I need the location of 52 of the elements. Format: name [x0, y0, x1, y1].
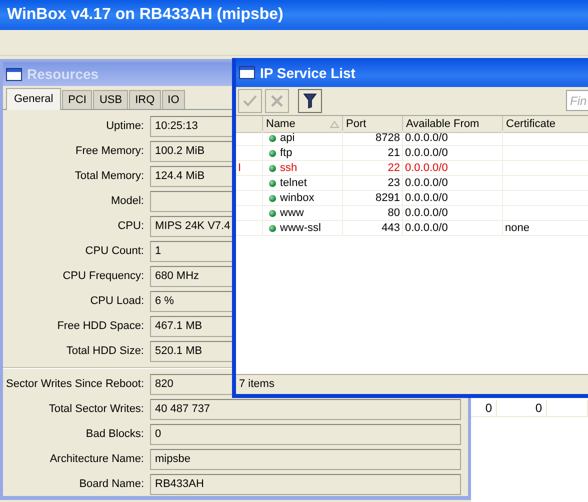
- field-value: RB433AH: [150, 474, 461, 495]
- column-header[interactable]: Available From: [403, 116, 503, 133]
- table-cell: 23: [343, 176, 403, 191]
- app-title: WinBox v4.17 on RB433AH (mipsbe): [7, 6, 284, 24]
- field-label: Sector Writes Since Reboot:: [5, 377, 144, 392]
- table-cell: 0.0.0.0/0: [403, 221, 503, 236]
- table-cell: 0: [497, 400, 547, 417]
- tab[interactable]: IO: [162, 90, 186, 109]
- field-label: Total Sector Writes:: [48, 402, 144, 417]
- field-label: CPU Load:: [89, 294, 144, 309]
- field-label: CPU Count:: [84, 244, 144, 259]
- field-value: 0: [150, 424, 461, 445]
- field-label: Bad Blocks:: [84, 427, 144, 442]
- table-cell: 0.0.0.0/0: [403, 131, 503, 146]
- column-header[interactable]: Name: [263, 116, 343, 133]
- field-label: Model:: [110, 194, 144, 209]
- field-label: Uptime:: [105, 119, 144, 134]
- table-cell: 8728: [343, 131, 403, 146]
- column-header[interactable]: Port: [343, 116, 403, 133]
- window-title: IP Service List: [260, 64, 356, 80]
- table-cell: 0.0.0.0/0: [403, 206, 503, 221]
- tab[interactable]: USB: [93, 90, 128, 109]
- field-label: Architecture Name:: [48, 452, 144, 467]
- table-cell: 80: [343, 206, 403, 221]
- table-cell: 0.0.0.0/0: [403, 146, 503, 161]
- table-cell: none: [503, 221, 588, 236]
- table-cell: 0.0.0.0/0: [403, 161, 503, 176]
- table-cell: 21: [343, 146, 403, 161]
- window-title: Resources: [27, 66, 99, 82]
- field-label: Total HDD Size:: [65, 344, 144, 359]
- table-cell: www-ssl: [280, 220, 321, 236]
- status-letter: I: [236, 161, 263, 176]
- column-header[interactable]: Certificate: [503, 116, 588, 133]
- field-label: CPU:: [116, 219, 144, 234]
- field-label: Free Memory:: [74, 144, 144, 159]
- tab[interactable]: IRQ: [129, 90, 161, 109]
- field-label: Free HDD Space:: [56, 319, 144, 334]
- table-cell: 8291: [343, 191, 403, 206]
- field-label: Board Name:: [78, 477, 144, 492]
- table-cell: 22: [343, 161, 403, 176]
- tab[interactable]: PCI: [62, 90, 92, 109]
- field-value: mipsbe: [150, 449, 461, 470]
- search-field[interactable]: Fin: [566, 90, 588, 111]
- field-label: Total Memory:: [74, 169, 144, 184]
- tab[interactable]: General: [6, 88, 62, 110]
- field-label: CPU Frequency:: [62, 269, 144, 284]
- table-cell: 0.0.0.0/0: [403, 176, 503, 191]
- table-cell: 443: [343, 221, 403, 236]
- field-value: 40 487 737: [150, 399, 461, 420]
- table-cell: ftp: [280, 146, 292, 160]
- table-cell: 0.0.0.0/0: [403, 191, 503, 206]
- table-cell: winbox: [280, 190, 314, 206]
